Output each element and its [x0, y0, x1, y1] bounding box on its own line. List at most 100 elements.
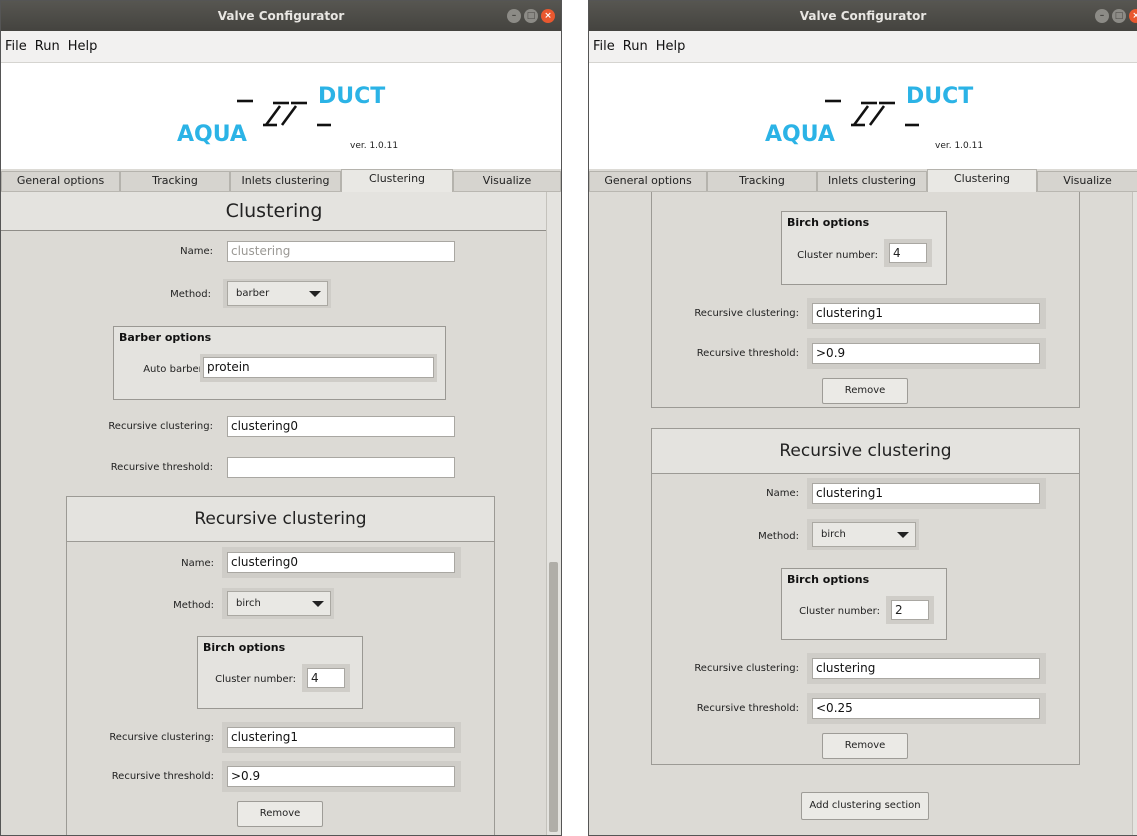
recursive-section-header: Recursive clustering — [652, 429, 1079, 474]
menu-file[interactable]: File — [593, 31, 615, 62]
tab-bar: General options Tracking Inlets clusteri… — [1, 169, 561, 192]
cluster-number-input[interactable]: 4 — [307, 668, 345, 688]
remove-button[interactable]: Remove — [822, 733, 908, 759]
chevron-down-icon — [897, 532, 909, 538]
logo-graphic: AQUA DUCT ver. 1.0.11 — [177, 84, 398, 151]
scrollbar[interactable] — [1132, 192, 1137, 835]
section-name-input[interactable]: clustering1 — [812, 483, 1040, 504]
logo-mark — [825, 99, 919, 127]
version-label: ver. 1.0.11 — [935, 141, 983, 151]
section-recursive-clustering-label: Recursive clustering: — [109, 732, 214, 743]
cluster-number-label: Cluster number: — [215, 674, 296, 685]
recursive-threshold-label: Recursive threshold: — [696, 348, 799, 359]
menu-help[interactable]: Help — [656, 31, 686, 62]
birch-options-title: Birch options — [787, 573, 870, 586]
name-input[interactable]: clustering — [227, 241, 455, 262]
menu-help[interactable]: Help — [68, 31, 98, 62]
section-method-select[interactable]: birch — [227, 591, 331, 616]
remove-button[interactable]: Remove — [822, 378, 908, 404]
tab-clustering[interactable]: Clustering — [341, 169, 453, 192]
logo-text-aqua: AQUA — [177, 122, 247, 147]
recursive-clustering-input[interactable]: clustering1 — [812, 303, 1040, 324]
section-method-value: birch — [821, 529, 846, 540]
section-header: Clustering — [1, 192, 547, 231]
name-label: Name: — [180, 246, 213, 257]
tab-visualize[interactable]: Visualize — [1037, 171, 1137, 191]
birch-options-panel: Birch options Cluster number: 4 — [197, 636, 363, 709]
tab-inlets-clustering[interactable]: Inlets clustering — [817, 171, 927, 191]
section-name-input[interactable]: clustering0 — [227, 552, 455, 573]
window-controls: –□× — [504, 9, 555, 23]
section-recursive-clustering-input[interactable]: clustering — [812, 658, 1040, 679]
remove-button[interactable]: Remove — [237, 801, 323, 827]
maximize-icon[interactable]: □ — [1112, 9, 1126, 23]
recursive-section-header: Recursive clustering — [67, 497, 494, 542]
tab-general-options[interactable]: General options — [1, 171, 120, 191]
tab-clustering[interactable]: Clustering — [927, 169, 1037, 192]
birch-options-panel: Birch options Cluster number: 4 — [781, 211, 947, 285]
menu-run[interactable]: Run — [35, 31, 60, 62]
section-recursive-clustering-input[interactable]: clustering1 — [227, 727, 455, 748]
menu-run[interactable]: Run — [623, 31, 648, 62]
barber-options-panel: Barber options Auto barber: protein — [113, 326, 446, 400]
close-icon[interactable]: × — [1129, 9, 1137, 23]
logo-mark — [237, 99, 331, 127]
recursive-threshold-input[interactable] — [227, 457, 455, 478]
chevron-down-icon — [312, 601, 324, 607]
logo-graphic: AQUA DUCT ver. 1.0.11 — [765, 84, 983, 151]
method-value: barber — [236, 288, 270, 299]
minimize-icon[interactable]: – — [507, 9, 521, 23]
cluster-number-input[interactable]: 2 — [891, 600, 929, 620]
close-icon[interactable]: × — [541, 9, 555, 23]
logo-text-duct: DUCT — [906, 84, 973, 109]
recursive-clustering-label: Recursive clustering: — [108, 421, 213, 432]
right-window: Valve Configurator –□× File Run Help AQUA … — [588, 0, 1137, 836]
tab-tracking[interactable]: Tracking — [120, 171, 230, 191]
maximize-icon[interactable]: □ — [524, 9, 538, 23]
menu-bar: File Run Help — [1, 31, 561, 63]
cluster-number-input[interactable]: 4 — [889, 243, 927, 263]
tab-inlets-clustering[interactable]: Inlets clustering — [230, 171, 341, 191]
scrollbar-thumb[interactable] — [549, 562, 558, 832]
tab-general-options[interactable]: General options — [589, 171, 707, 191]
menu-file[interactable]: File — [5, 31, 27, 62]
page-title: Clustering — [225, 200, 323, 222]
version-label: ver. 1.0.11 — [350, 141, 398, 151]
section-method-label: Method: — [173, 600, 214, 611]
section-recursive-threshold-label: Recursive threshold: — [111, 771, 214, 782]
recursive-clustering-input[interactable]: clustering0 — [227, 416, 455, 437]
recursive-threshold-input[interactable]: >0.9 — [812, 343, 1040, 364]
birch-options-panel: Birch options Cluster number: 2 — [781, 568, 947, 640]
auto-barber-input[interactable]: protein — [203, 357, 434, 378]
tab-bar: General options Tracking Inlets clusteri… — [589, 169, 1137, 192]
recursive-clustering-label: Recursive clustering: — [694, 308, 799, 319]
scrollbar[interactable] — [546, 192, 561, 835]
recursive-section-title: Recursive clustering — [194, 509, 367, 529]
section-method-value: birch — [236, 598, 261, 609]
section-recursive-threshold-label: Recursive threshold: — [696, 703, 799, 714]
minimize-icon[interactable]: – — [1095, 9, 1109, 23]
cluster-number-label: Cluster number: — [797, 250, 878, 261]
auto-barber-label: Auto barber: — [143, 364, 206, 375]
left-window: Valve Configurator – □ × File Run Help AQUA … — [0, 0, 562, 836]
recursive-clustering-section: Recursive clustering Name: clustering1 M… — [651, 428, 1080, 765]
menu-bar: File Run Help — [589, 31, 1137, 63]
tab-tracking[interactable]: Tracking — [707, 171, 817, 191]
recursive-clustering-section-previous: Birch options Cluster number: 4 Recursiv… — [651, 192, 1080, 408]
add-clustering-section-button[interactable]: Add clustering section — [801, 792, 929, 820]
recursive-clustering-section: Recursive clustering Name: clustering0 M… — [66, 496, 495, 835]
clustering-panel: Birch options Cluster number: 4 Recursiv… — [589, 192, 1137, 835]
recursive-threshold-label: Recursive threshold: — [110, 462, 213, 473]
clustering-panel: Clustering Name: clustering Method: barb… — [1, 192, 561, 835]
tab-visualize[interactable]: Visualize — [453, 171, 561, 191]
method-select[interactable]: barber — [227, 281, 328, 306]
section-method-select[interactable]: birch — [812, 522, 916, 547]
aquaduct-logo: AQUA DUCT ver. 1.0.11 — [1, 63, 561, 169]
cluster-number-label: Cluster number: — [799, 606, 880, 617]
section-recursive-threshold-input[interactable]: >0.9 — [227, 766, 455, 787]
aquaduct-logo: AQUA DUCT ver. 1.0.11 — [589, 63, 1137, 169]
title-bar: Valve Configurator –□× — [1, 1, 561, 31]
birch-options-title: Birch options — [787, 216, 870, 229]
section-recursive-threshold-input[interactable]: <0.25 — [812, 698, 1040, 719]
section-name-label: Name: — [181, 558, 214, 569]
